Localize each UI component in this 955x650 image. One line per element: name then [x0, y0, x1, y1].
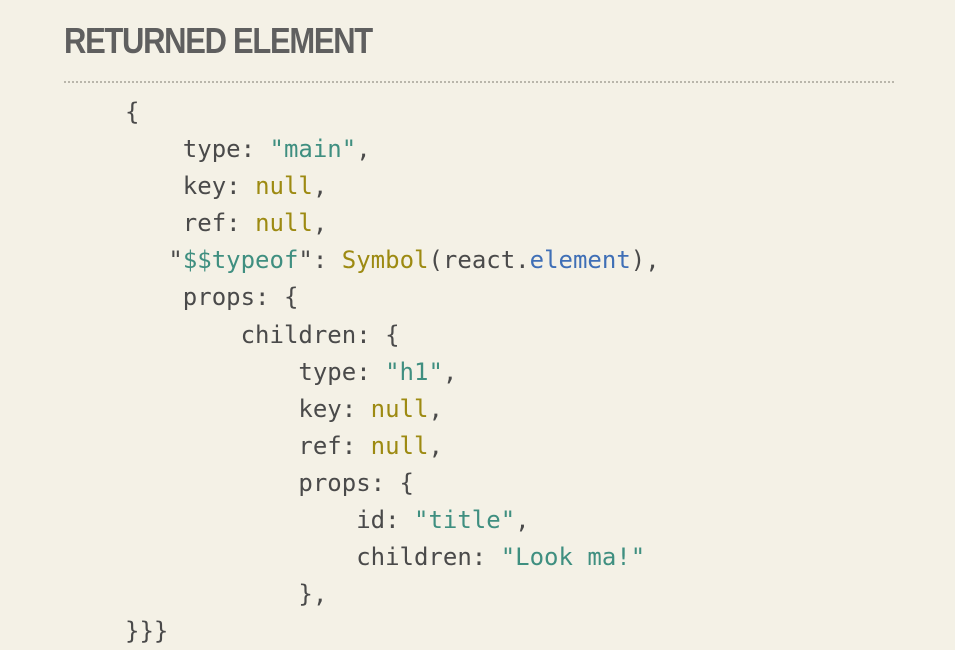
code-string: "main" [269, 135, 357, 164]
code-null: null [255, 209, 313, 238]
code-punct: , [428, 394, 443, 423]
code-symbol: Symbol [341, 246, 429, 275]
code-punct: " [168, 246, 183, 275]
code-punct: , [428, 431, 443, 460]
code-punct: : [226, 172, 256, 201]
code-punct: }}} [125, 617, 169, 646]
code-punct: , [312, 172, 328, 201]
code-punct: , [442, 357, 458, 386]
code-key: props [182, 283, 256, 312]
code-key: props [298, 468, 371, 497]
code-punct: , [645, 246, 660, 275]
code-key: children [356, 543, 472, 572]
code-punct: , [312, 209, 328, 238]
code-punct: " [298, 246, 313, 275]
code-line: }, [125, 576, 660, 613]
code-null: null [255, 172, 313, 201]
code-punct: { [283, 283, 299, 312]
code-punct: : [312, 246, 342, 275]
code-null: null [370, 431, 429, 460]
code-punct: }, [298, 580, 328, 609]
code-punct: ) [630, 246, 646, 275]
code-punct: : [341, 431, 371, 460]
code-punct: : [226, 209, 256, 238]
code-key: children [240, 320, 357, 349]
code-punct: : [240, 135, 270, 164]
code-string: "Look ma!" [500, 543, 646, 572]
code-block: { type: "main", key: null, ref: null, "$… [125, 94, 660, 650]
code-punct: : [356, 320, 386, 349]
code-line: key: null, [125, 391, 660, 428]
code-key: ref [182, 209, 227, 238]
code-line: }}} [125, 613, 660, 650]
code-line: children: { [125, 317, 660, 354]
code-string: "h1" [385, 357, 443, 386]
code-punct: { [125, 98, 140, 126]
code-line: ref: null, [125, 428, 660, 465]
code-punct: { [385, 320, 400, 349]
code-key: key [182, 172, 227, 201]
code-punct: : [356, 357, 386, 386]
code-line: key: null, [125, 168, 660, 205]
code-string: "title" [414, 506, 516, 535]
code-punct: : [471, 543, 501, 572]
code-punct: : [341, 394, 371, 423]
code-punct: : [385, 506, 414, 535]
code-line: { [125, 94, 660, 131]
code-punct: : [370, 468, 400, 497]
code-punct: , [356, 135, 371, 164]
code-punct: , [515, 506, 530, 535]
code-punct: (react. [428, 246, 530, 275]
slide: RETURNED ELEMENT { type: "main", key: nu… [0, 0, 955, 650]
code-key: type [298, 357, 357, 386]
code-line: id: "title", [125, 502, 660, 539]
code-string: $$typeof [182, 246, 299, 275]
code-punct: { [399, 468, 414, 497]
code-null: null [370, 394, 429, 423]
code-line: props: { [125, 279, 660, 316]
dotted-divider [64, 81, 894, 83]
code-line: type: "h1", [125, 354, 660, 391]
code-key: id [356, 506, 386, 535]
code-key: key [298, 394, 342, 423]
code-line: props: { [125, 465, 660, 502]
code-punct: : [255, 283, 284, 312]
slide-title: RETURNED ELEMENT [64, 20, 373, 61]
code-line: "$$typeof": Symbol(react.element), [125, 242, 660, 279]
code-key: type [182, 135, 241, 164]
code-line: children: "Look ma!" [125, 539, 660, 576]
code-line: ref: null, [125, 205, 660, 242]
code-line: type: "main", [125, 131, 660, 168]
code-method: element [529, 246, 631, 275]
code-key: ref [298, 431, 342, 460]
